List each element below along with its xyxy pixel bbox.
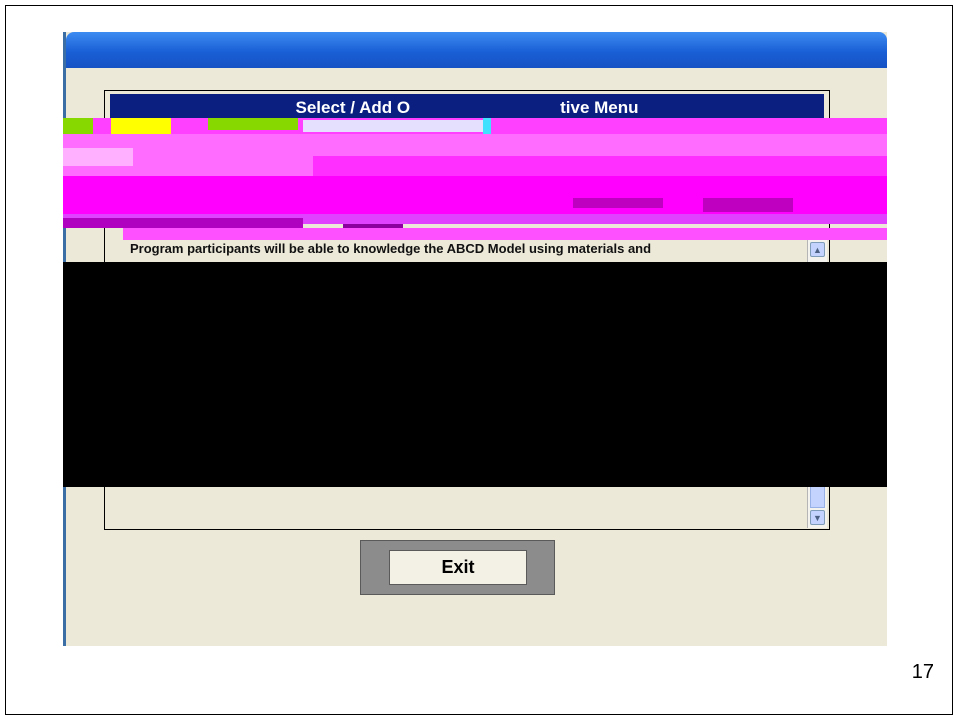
redacted-black-area (63, 262, 887, 487)
exit-button[interactable]: Exit (389, 550, 527, 585)
menu-header-title-tail: tive Menu (560, 98, 639, 117)
glitch-stripe (63, 118, 93, 134)
glitch-stripe (111, 118, 171, 134)
scroll-thumb[interactable] (810, 484, 825, 508)
chevron-up-icon: ▲ (813, 244, 822, 255)
chevron-down-icon: ▼ (813, 512, 822, 523)
rendering-glitch-band (63, 118, 887, 246)
glitch-stripe (573, 198, 663, 208)
scroll-down-button[interactable]: ▼ (810, 510, 825, 525)
glitch-stripe (63, 148, 133, 166)
glitch-stripe (63, 218, 303, 228)
objective-text: Program participants will be able to kno… (130, 241, 652, 256)
glitch-stripe (123, 228, 887, 240)
exit-button-frame: Exit (360, 540, 555, 595)
page-number: 17 (911, 661, 934, 683)
glitch-stripe (483, 118, 491, 134)
glitch-stripe (208, 118, 298, 130)
menu-header-title: Select / Add O (295, 98, 411, 117)
glitch-stripe (703, 198, 793, 212)
glitch-stripe (303, 120, 483, 132)
window-title-bar[interactable] (66, 32, 887, 68)
